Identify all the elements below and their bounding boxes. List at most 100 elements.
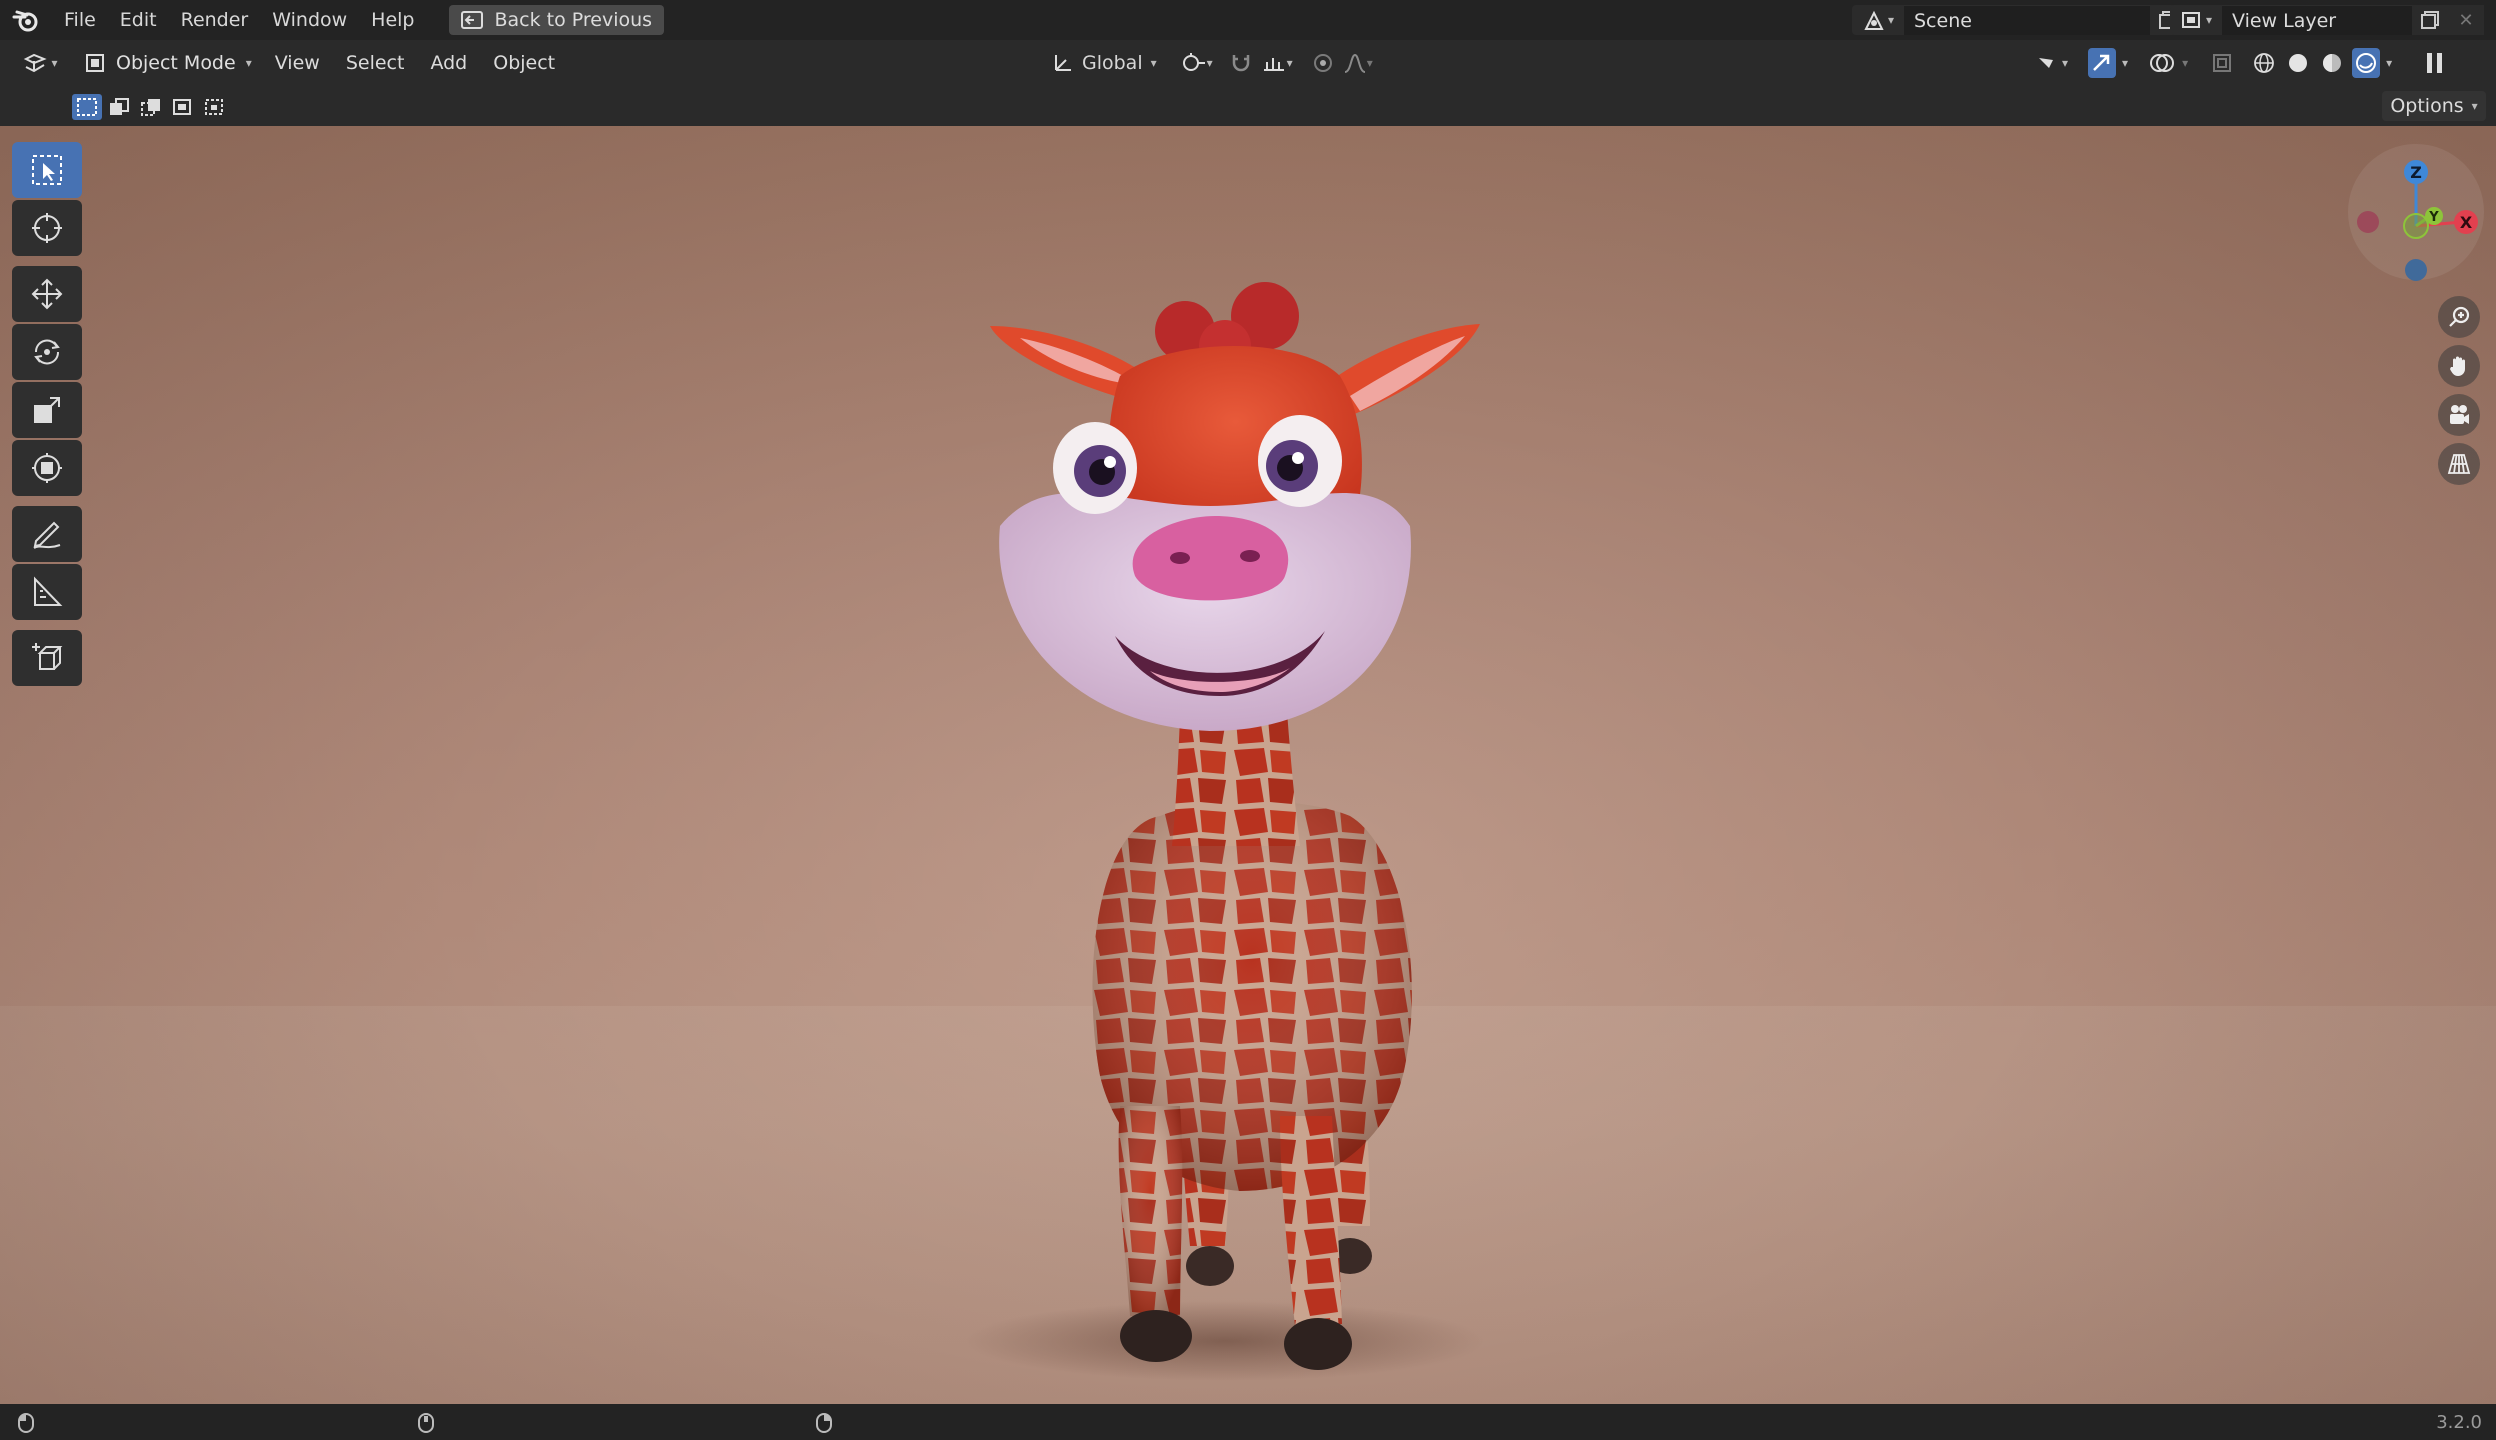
menu-window[interactable]: Window [260,0,359,40]
gizmo-toggle[interactable] [2088,48,2117,78]
navigation-gizmo[interactable]: Z X Y [2346,142,2486,282]
camera-view-button[interactable] [2438,394,2480,436]
mouse-right-icon [816,1413,832,1433]
view-layer-delete-button[interactable]: ✕ [2448,5,2484,35]
gizmo-y-label: Y [2428,210,2439,225]
view-layer-browse-button[interactable]: ▾ [2170,5,2222,35]
scene-name-field[interactable]: Scene [1904,5,2150,35]
shading-wireframe-button[interactable] [2250,48,2278,78]
shading-dropdown-chevron[interactable]: ▾ [2386,56,2392,70]
blender-logo-icon[interactable] [0,0,52,40]
proportional-edit-toggle[interactable] [1309,48,1337,78]
menu-render[interactable]: Render [169,0,261,40]
scene-icon [1864,10,1884,30]
hand-icon [2450,356,2465,376]
giraffe-model[interactable] [880,206,1580,1404]
orientation-label: Global [1082,52,1143,74]
3d-viewport-icon [24,53,48,73]
snap-target-dropdown[interactable]: ▾ [1261,48,1293,78]
proportional-edit-icon [1313,54,1332,72]
view-layer-new-button[interactable] [2412,5,2448,35]
back-screen-icon [460,11,483,29]
options-dropdown[interactable]: Options ▾ [2382,91,2486,121]
chevron-down-icon: ▾ [51,56,58,70]
tool-move[interactable] [12,266,82,322]
tool-header: Options ▾ [0,86,2496,126]
gizmo-neg-z-axis[interactable] [2405,259,2427,281]
add-cube-icon [32,643,63,670]
selectability-visibility-dropdown[interactable]: ▾ [2036,48,2068,78]
gizmo-neg-x-axis[interactable] [2357,211,2379,233]
chevron-down-icon: ▾ [2471,99,2478,113]
menu-add[interactable]: Add [417,52,480,74]
scene-selector: ▾ Scene ✕ [1852,5,2222,35]
pause-icon [2426,53,2442,73]
viewport-display-controls: ▾ ▾ ▾ ▾ [2036,47,2448,79]
tool-select-box[interactable] [12,142,82,198]
viewport-header: ▾ Object Mode ▾ View Select Add Object G… [0,40,2496,86]
tool-add-cube[interactable] [12,630,82,686]
cursor-icon [32,213,62,243]
duplicate-icon [2421,11,2439,29]
snap-increment-icon [1263,58,1284,71]
select-new-icon [77,98,97,116]
menu-object[interactable]: Object [480,52,568,74]
tool-cursor[interactable] [12,200,82,256]
mouse-left-icon [18,1413,34,1433]
select-new-button[interactable] [72,94,102,120]
magnet-icon [1232,55,1249,72]
pan-view-button[interactable] [2438,345,2480,387]
scene-browse-button[interactable]: ▾ [1852,5,1904,35]
tool-scale[interactable] [12,382,82,438]
rendered-sphere-icon [2356,53,2377,73]
tool-annotate[interactable] [12,506,82,562]
select-box-icon [32,155,62,185]
view-layer-name-field[interactable]: View Layer [2222,5,2412,35]
shading-solid-button[interactable] [2284,48,2312,78]
pivot-point-dropdown[interactable]: ▾ [1181,48,1213,78]
perspective-toggle-button[interactable] [2438,443,2480,485]
select-invert-icon [173,99,191,115]
snap-toggle[interactable] [1227,48,1255,78]
gizmo-dropdown-chevron[interactable]: ▾ [2122,56,2128,70]
select-invert-button[interactable] [168,94,198,120]
overlays-toggle[interactable] [2148,48,2176,78]
tool-transform[interactable] [12,440,82,496]
tool-shelf [12,142,84,688]
measure-ruler-icon [34,576,63,606]
gizmo-neg-y-axis[interactable] [2403,213,2429,239]
select-extend-button[interactable] [104,94,134,120]
status-bar: 3.2.0 [0,1404,2496,1440]
zoom-view-button[interactable] [2438,296,2480,338]
3d-viewport[interactable]: Z X Y [0,126,2496,1404]
overlays-dropdown-chevron[interactable]: ▾ [2182,56,2188,70]
menu-help[interactable]: Help [359,0,426,40]
menu-file[interactable]: File [52,0,108,40]
editor-type-button[interactable]: ▾ [14,47,66,79]
back-to-previous-button[interactable]: Back to Previous [448,5,665,35]
chevron-down-icon: ▾ [1150,56,1157,70]
menu-edit[interactable]: Edit [108,0,169,40]
select-extend-icon [110,98,129,115]
select-intersect-button[interactable] [200,94,230,120]
pause-render-button[interactable] [2420,48,2448,78]
view-layer-selector: ▾ View Layer ✕ [2170,5,2484,35]
shading-material-button[interactable] [2318,48,2346,78]
wireframe-sphere-icon [2254,53,2274,73]
xray-toggle[interactable] [2208,48,2236,78]
menu-select[interactable]: Select [333,52,418,74]
object-mode-dropdown[interactable]: Object Mode ▾ [74,47,262,79]
tool-rotate[interactable] [12,324,82,380]
select-subtract-button[interactable] [136,94,166,120]
gizmo-arrow-icon [2093,54,2110,71]
menu-view[interactable]: View [262,52,333,74]
orientation-dropdown[interactable]: Global ▾ [1046,48,1163,78]
falloff-dropdown[interactable]: ▾ [1343,48,1373,78]
back-to-previous-label: Back to Previous [494,9,653,31]
shading-rendered-button[interactable] [2352,48,2381,78]
chevron-down-icon: ▾ [2062,56,2069,70]
tool-measure[interactable] [12,564,82,620]
chevron-down-icon: ▾ [245,56,252,70]
view-layer-icon [2181,12,2200,28]
selection-mode-group [72,94,230,120]
